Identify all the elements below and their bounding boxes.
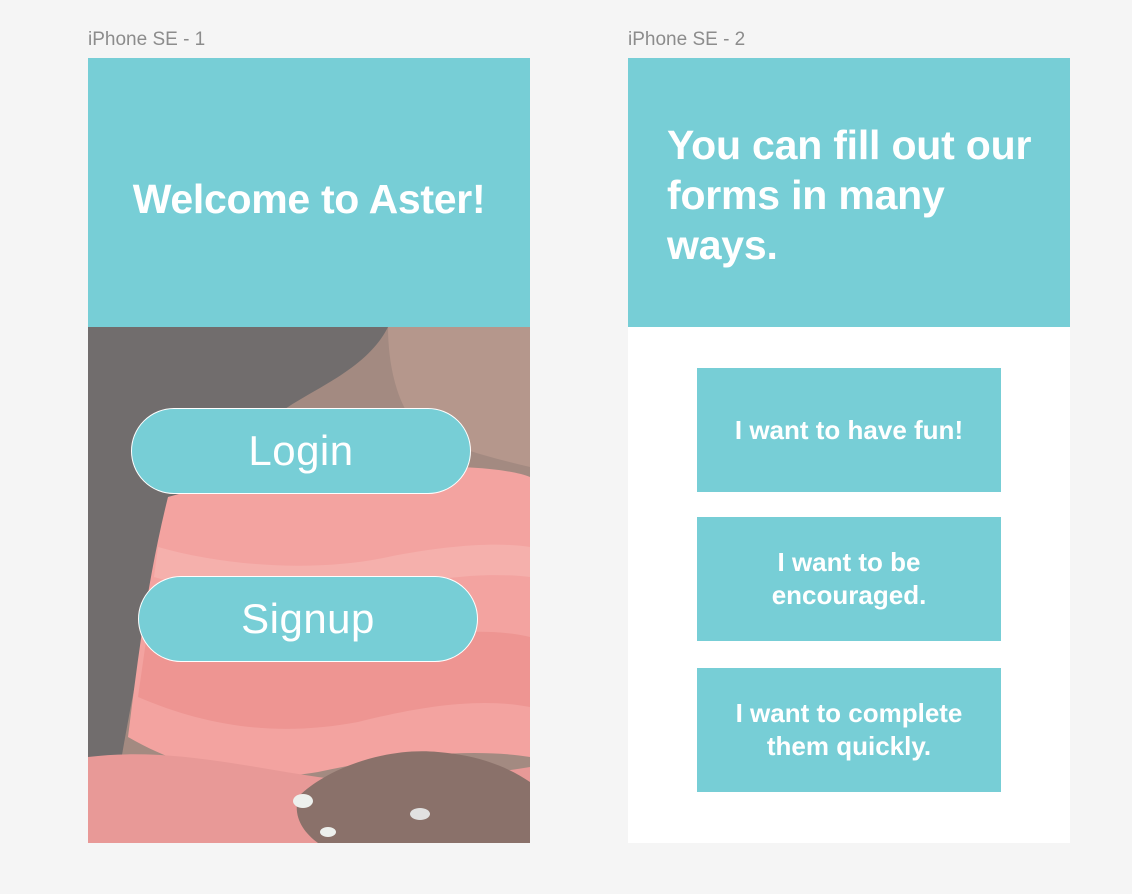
signup-button[interactable]: Signup — [138, 576, 478, 662]
welcome-title: Welcome to Aster! — [132, 176, 486, 222]
form-options-header: You can fill out our forms in many ways. — [628, 58, 1070, 327]
option-complete-quickly-button[interactable]: I want to complete them quickly. — [697, 668, 1001, 792]
form-options-title: You can fill out our forms in many ways. — [667, 122, 1032, 268]
welcome-screen: Welcome to Aster! Login Signup — [88, 58, 530, 843]
option-have-fun-button[interactable]: I want to have fun! — [697, 368, 1001, 492]
welcome-header: Welcome to Aster! — [88, 58, 530, 327]
option-be-encouraged-button[interactable]: I want to be encouraged. — [697, 517, 1001, 641]
form-options-screen: You can fill out our forms in many ways.… — [628, 58, 1070, 843]
frame-label-iphone-se-1: iPhone SE - 1 — [88, 29, 206, 50]
login-button[interactable]: Login — [131, 408, 471, 494]
frame-label-iphone-se-2: iPhone SE - 2 — [628, 29, 746, 50]
